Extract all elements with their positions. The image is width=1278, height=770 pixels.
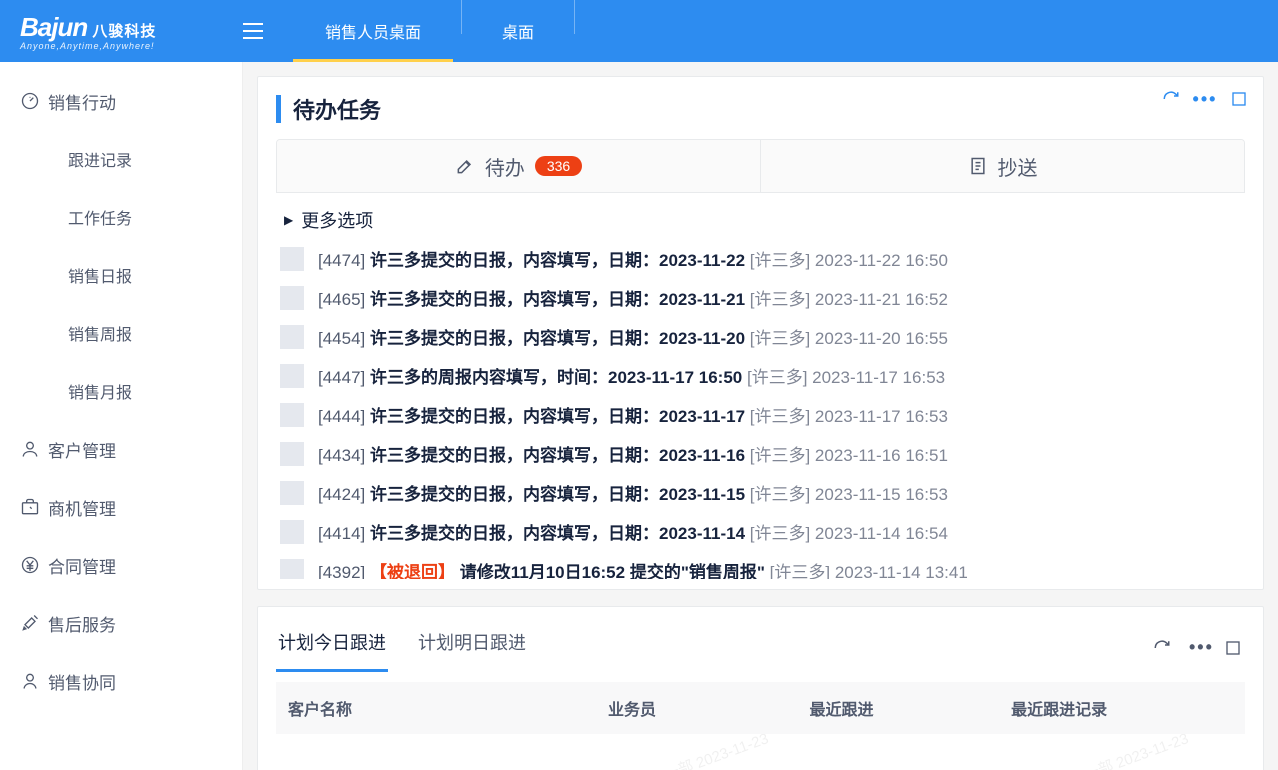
tools-icon: [20, 613, 48, 633]
main-content: 待办任务 ••• 待办 336: [243, 62, 1278, 770]
tasks-panel: 待办任务 ••• 待办 336: [257, 76, 1264, 590]
sidebar-sub-followup[interactable]: 跟进记录: [0, 130, 242, 188]
document-icon: [968, 156, 988, 176]
sidebar-item-label: 商机管理: [48, 495, 116, 520]
top-tabs: 销售人员桌面 桌面: [293, 0, 583, 62]
sidebar-item-label: 售后服务: [48, 611, 116, 636]
task-text: [4474] 许三多提交的日报，内容填写，日期：2023-11-22 [许三多]…: [318, 246, 948, 271]
tab-todo-label: 待办: [485, 152, 525, 181]
more-icon[interactable]: •••: [1189, 637, 1209, 658]
tab-divider: [574, 0, 575, 34]
task-row[interactable]: [4414] 许三多提交的日报，内容填写，日期：2023-11-14 [许三多]…: [276, 512, 1245, 551]
task-text: [4434] 许三多提交的日报，内容填写，日期：2023-11-16 [许三多]…: [318, 441, 948, 466]
title-accent: [276, 95, 281, 123]
sidebar: 销售行动 跟进记录 工作任务 销售日报 销售周报 销售月报 客户管理 商机管理 …: [0, 62, 243, 770]
user-icon: [20, 439, 48, 459]
tasks-panel-actions: •••: [1161, 89, 1249, 109]
logo-sub: 八骏科技: [92, 23, 156, 40]
task-list[interactable]: [4474] 许三多提交的日报，内容填写，日期：2023-11-22 [许三多]…: [276, 239, 1245, 579]
followup-panel: 计划今日跟进 计划明日跟进 ••• 客户名称 业务员 最近跟进 最近跟进: [257, 606, 1264, 770]
todo-count-badge: 336: [535, 156, 582, 176]
hamburger-icon: [243, 23, 263, 39]
sidebar-sub-worktask[interactable]: 工作任务: [0, 188, 242, 246]
person-icon: [20, 671, 48, 691]
watermark-text: one 许三多 销售一部 2023-11-23: [979, 734, 1191, 770]
task-row[interactable]: [4444] 许三多提交的日报，内容填写，日期：2023-11-17 [许三多]…: [276, 395, 1245, 434]
task-text: [4465] 许三多提交的日报，内容填写，日期：2023-11-21 [许三多]…: [318, 285, 948, 310]
task-row[interactable]: [4474] 许三多提交的日报，内容填写，日期：2023-11-22 [许三多]…: [276, 239, 1245, 278]
task-checkbox[interactable]: [280, 520, 304, 544]
sidebar-item-coop[interactable]: 销售协同: [0, 652, 242, 710]
sidebar-item-label: 销售行动: [48, 89, 116, 114]
watermark-area: one 许三多 销售一部 2023-11-23 one 许三多 销售一部 202…: [276, 734, 1245, 770]
tab-cc[interactable]: 抄送: [761, 140, 1244, 192]
tab-todo[interactable]: 待办 336: [277, 140, 761, 192]
sidebar-item-aftersales[interactable]: 售后服务: [0, 594, 242, 652]
followup-tabs: 计划今日跟进 计划明日跟进: [276, 623, 528, 672]
menu-toggle-button[interactable]: [243, 23, 293, 39]
logo-tagline: Anyone,Anytime,Anywhere!: [20, 41, 156, 51]
task-checkbox[interactable]: [280, 364, 304, 388]
sidebar-item-label: 客户管理: [48, 437, 116, 462]
sidebar-item-customer[interactable]: 客户管理: [0, 420, 242, 478]
col-customer: 客户名称: [276, 682, 596, 734]
task-checkbox[interactable]: [280, 247, 304, 271]
app-header: Bajun 八骏科技 Anyone,Anytime,Anywhere! 销售人员…: [0, 0, 1278, 62]
edit-icon: [455, 156, 475, 176]
dashboard-icon: [20, 91, 48, 111]
more-options-label: 更多选项: [301, 207, 373, 233]
task-checkbox[interactable]: [280, 403, 304, 427]
yen-icon: [20, 555, 48, 575]
task-text: [4444] 许三多提交的日报，内容填写，日期：2023-11-17 [许三多]…: [318, 402, 948, 427]
sidebar-item-sales-action[interactable]: 销售行动: [0, 72, 242, 130]
task-text: [4447] 许三多的周报内容填写，时间：2023-11-17 16:50 [许…: [318, 363, 945, 388]
task-row[interactable]: [4465] 许三多提交的日报，内容填写，日期：2023-11-21 [许三多]…: [276, 278, 1245, 317]
sidebar-item-contract[interactable]: 合同管理: [0, 536, 242, 594]
refresh-icon[interactable]: [1153, 639, 1173, 657]
task-text: [4454] 许三多提交的日报，内容填写，日期：2023-11-20 [许三多]…: [318, 324, 948, 349]
task-checkbox[interactable]: [280, 325, 304, 349]
task-row[interactable]: [4454] 许三多提交的日报，内容填写，日期：2023-11-20 [许三多]…: [276, 317, 1245, 356]
maximize-icon[interactable]: [1229, 89, 1249, 109]
col-record: 最近跟进记录: [999, 682, 1245, 734]
col-last: 最近跟进: [798, 682, 1000, 734]
task-text: [4424] 许三多提交的日报，内容填写，日期：2023-11-15 [许三多]…: [318, 480, 948, 505]
task-row[interactable]: [4392] 【被退回】 请修改11月10日16:52 提交的"销售周报" [许…: [276, 551, 1245, 579]
task-checkbox[interactable]: [280, 286, 304, 310]
tab-cc-label: 抄送: [998, 152, 1038, 181]
more-icon[interactable]: •••: [1195, 89, 1215, 109]
task-text: [4392] 【被退回】 请修改11月10日16:52 提交的"销售周报" [许…: [318, 558, 968, 579]
task-row[interactable]: [4447] 许三多的周报内容填写，时间：2023-11-17 16:50 [许…: [276, 356, 1245, 395]
briefcase-icon: [20, 497, 48, 517]
sidebar-sub-daily[interactable]: 销售日报: [0, 246, 242, 304]
top-tab-sales-desktop[interactable]: 销售人员桌面: [293, 0, 453, 62]
triangle-right-icon: ▶: [284, 213, 293, 227]
task-row[interactable]: [4434] 许三多提交的日报，内容填写，日期：2023-11-16 [许三多]…: [276, 434, 1245, 473]
sidebar-sub-monthly[interactable]: 销售月报: [0, 362, 242, 420]
col-biz: 业务员: [596, 682, 798, 734]
top-tab-desktop[interactable]: 桌面: [470, 0, 566, 62]
maximize-icon[interactable]: [1225, 640, 1245, 656]
tab-divider: [461, 0, 462, 34]
tasks-panel-title: 待办任务: [293, 93, 381, 125]
followup-panel-actions: •••: [1153, 637, 1245, 658]
followup-table-header: 客户名称 业务员 最近跟进 最近跟进记录: [276, 682, 1245, 734]
task-checkbox[interactable]: [280, 481, 304, 505]
sidebar-item-label: 销售协同: [48, 669, 116, 694]
sidebar-sub-weekly[interactable]: 销售周报: [0, 304, 242, 362]
task-checkbox[interactable]: [280, 442, 304, 466]
more-options-toggle[interactable]: ▶ 更多选项: [276, 201, 1245, 239]
tab-today-followup[interactable]: 计划今日跟进: [276, 623, 388, 672]
tasks-sub-tabs: 待办 336 抄送: [276, 139, 1245, 193]
watermark-text: one 许三多 销售一部 2023-11-23: [559, 734, 771, 770]
task-text: [4414] 许三多提交的日报，内容填写，日期：2023-11-14 [许三多]…: [318, 519, 948, 544]
task-row[interactable]: [4424] 许三多提交的日报，内容填写，日期：2023-11-15 [许三多]…: [276, 473, 1245, 512]
logo-main: Bajun: [20, 12, 87, 42]
task-checkbox[interactable]: [280, 559, 304, 580]
tab-tomorrow-followup[interactable]: 计划明日跟进: [416, 623, 528, 672]
refresh-icon[interactable]: [1161, 89, 1181, 109]
sidebar-item-opportunity[interactable]: 商机管理: [0, 478, 242, 536]
sidebar-item-label: 合同管理: [48, 553, 116, 578]
logo: Bajun 八骏科技 Anyone,Anytime,Anywhere!: [0, 0, 243, 62]
